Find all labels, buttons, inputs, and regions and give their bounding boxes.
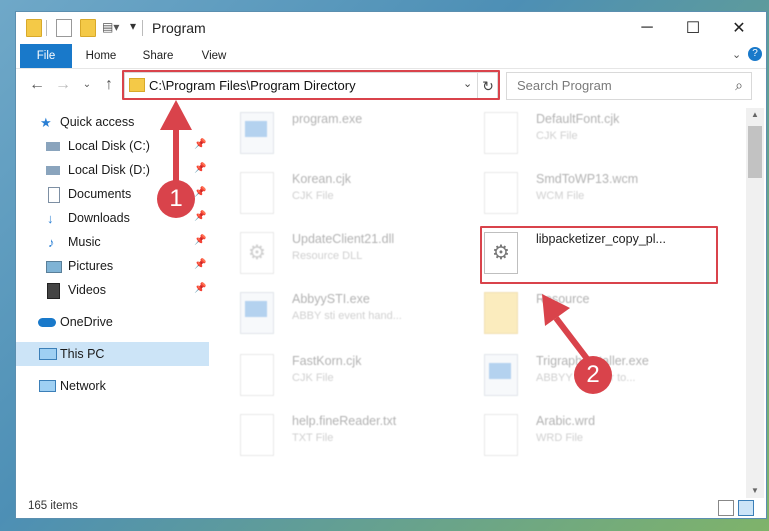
annotation-layer (160, 100, 591, 362)
arrow-1-head (160, 100, 192, 130)
step-badge-2: 2 (574, 356, 612, 394)
arrow-2-shaft (553, 316, 591, 362)
step-badge-1: 1 (157, 180, 195, 218)
